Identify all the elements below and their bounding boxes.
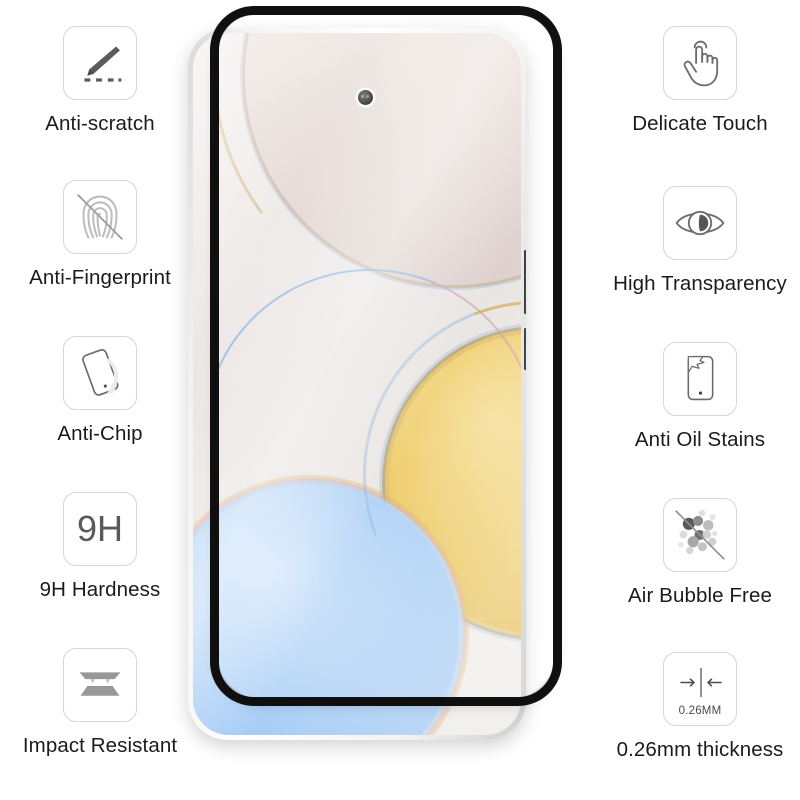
nine-h-glyph: 9H [76, 508, 124, 549]
knife-scratch-icon [63, 26, 137, 100]
stacked-layers-icon [63, 648, 137, 722]
tilted-phone-icon [63, 336, 137, 410]
front-camera-punch-hole [358, 90, 373, 105]
feature-anti-oil-stains[interactable]: Anti Oil Stains [600, 342, 800, 452]
bubbles-blocked-icon [663, 498, 737, 572]
phone-body [188, 28, 526, 740]
feature-impact-resistant[interactable]: Impact Resistant [0, 648, 200, 758]
wallpaper [193, 33, 521, 735]
feature-label: 9H Hardness [39, 578, 161, 601]
feature-thickness[interactable]: 0.26MM 0.26mm thickness [600, 652, 800, 762]
thickness-value-label: 0.26MM [678, 705, 722, 717]
feature-air-bubble-free[interactable]: Air Bubble Free [600, 498, 800, 608]
fingerprint-blocked-icon [63, 180, 137, 254]
feature-label: Anti-Fingerprint [29, 266, 171, 289]
feature-label: High Transparency [613, 272, 787, 295]
phone-screen [193, 33, 521, 735]
feature-anti-scratch[interactable]: Anti-scratch [0, 26, 200, 136]
nine-h-icon: 9H [63, 492, 137, 566]
feature-label: Delicate Touch [632, 112, 768, 135]
volume-button[interactable] [523, 328, 526, 370]
feature-label: 0.26mm thickness [616, 738, 784, 761]
tapping-hand-icon [663, 26, 737, 100]
infographic-canvas: Anti-scratch Anti-Fingerprint Anti-Chip … [0, 0, 800, 800]
power-button[interactable] [523, 250, 526, 314]
thickness-arrows-icon: 0.26MM [663, 652, 737, 726]
product-image [180, 0, 600, 800]
feature-label: Anti Oil Stains [634, 428, 766, 451]
feature-9h-hardness[interactable]: 9H 9H Hardness [0, 492, 200, 602]
feature-anti-fingerprint[interactable]: Anti-Fingerprint [0, 180, 200, 290]
feature-column-right: Delicate Touch High Transparency Anti Oi… [600, 0, 800, 800]
feature-label: Anti-scratch [45, 112, 155, 135]
feature-delicate-touch[interactable]: Delicate Touch [600, 26, 800, 136]
feature-label: Impact Resistant [22, 734, 178, 757]
eye-icon [663, 186, 737, 260]
feature-high-transparency[interactable]: High Transparency [600, 186, 800, 296]
feature-label: Anti-Chip [57, 422, 143, 445]
phone-stain-icon [663, 342, 737, 416]
feature-column-left: Anti-scratch Anti-Fingerprint Anti-Chip … [0, 0, 200, 800]
feature-label: Air Bubble Free [628, 584, 772, 607]
feature-anti-chip[interactable]: Anti-Chip [0, 336, 200, 446]
